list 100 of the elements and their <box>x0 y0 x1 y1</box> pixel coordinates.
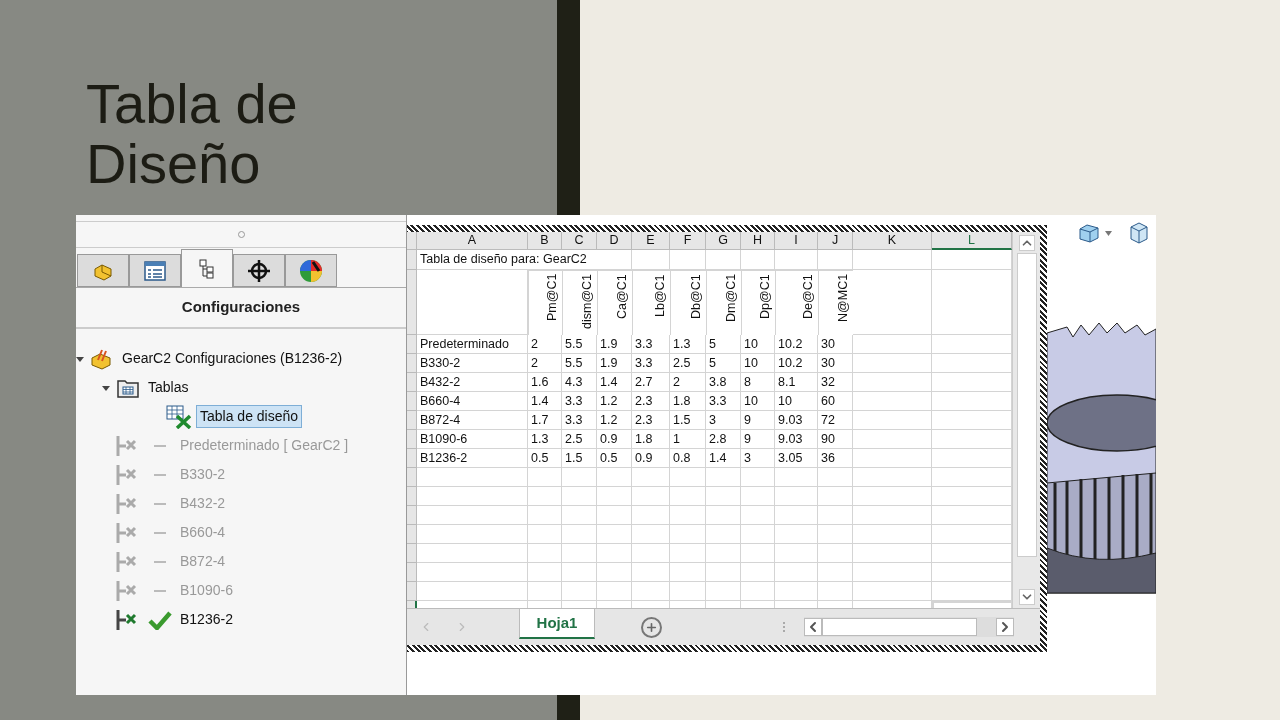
table-cell: B330-2 <box>417 354 528 373</box>
dash-icon <box>154 444 166 447</box>
dash-icon <box>154 560 166 563</box>
column-header[interactable]: E <box>632 232 670 250</box>
table-cell <box>706 468 741 487</box>
caret-down-icon[interactable] <box>1105 230 1112 236</box>
table-cell <box>706 563 741 582</box>
table-cell: Ca@C1 <box>597 270 632 335</box>
table-cell <box>670 563 706 582</box>
table-cell: 9 <box>741 411 775 430</box>
table-cell <box>741 525 775 544</box>
column-header[interactable]: D <box>597 232 632 250</box>
add-sheet-icon[interactable] <box>641 616 662 638</box>
table-cell <box>562 544 597 563</box>
table-cell <box>528 506 562 525</box>
table-cell: 10 <box>741 354 775 373</box>
table-cell <box>597 468 632 487</box>
table-cell: 0.8 <box>670 449 706 468</box>
table-cell: 1.5 <box>670 411 706 430</box>
table-cell: Dp@C1 <box>741 270 775 335</box>
table-cell: 3.3 <box>706 392 741 411</box>
tree-item[interactable]: Tablas <box>144 376 193 399</box>
table-cell: B1236-2 <box>417 449 528 468</box>
column-header[interactable]: K <box>853 232 932 250</box>
table-cell: 0.9 <box>597 430 632 449</box>
table-cell <box>706 544 741 563</box>
table-cell <box>562 487 597 506</box>
sheet-tab[interactable]: Hoja1 <box>519 609 595 639</box>
table-cell <box>562 582 597 601</box>
dash-icon <box>154 473 166 476</box>
table-cell: 3.3 <box>562 392 597 411</box>
table-cell <box>775 487 818 506</box>
table-cell <box>818 487 853 506</box>
vertical-scrollbar[interactable] <box>1012 232 1040 608</box>
table-cell: 0.9 <box>632 449 670 468</box>
table-cell: 3 <box>706 411 741 430</box>
tree-item[interactable]: GearC2 Configuraciones (B1236-2) <box>118 347 347 370</box>
table-cell <box>597 544 632 563</box>
table-cell: 2 <box>528 335 562 354</box>
column-header[interactable]: I <box>775 232 818 250</box>
horizontal-scrollbar[interactable] <box>804 617 1014 637</box>
table-cell: 1.6 <box>528 373 562 392</box>
table-cell: 5.5 <box>562 354 597 373</box>
column-header[interactable]: J <box>818 232 853 250</box>
table-cell <box>528 468 562 487</box>
column-header[interactable]: L <box>932 232 1012 250</box>
table-cell: N@MC1 <box>818 270 853 335</box>
tree-item[interactable]: Tabla de diseño <box>196 405 303 428</box>
table-cell <box>741 582 775 601</box>
table-cell <box>818 582 853 601</box>
table-cell <box>775 250 818 270</box>
column-header[interactable]: F <box>670 232 706 250</box>
scroll-left-icon[interactable] <box>804 618 822 636</box>
table-cell: 1.8 <box>632 430 670 449</box>
table-cell: 4.3 <box>562 373 597 392</box>
color-ball-icon <box>299 258 323 283</box>
cube-icon[interactable] <box>1077 222 1101 244</box>
column-header[interactable]: A <box>417 232 528 250</box>
list-icon <box>143 259 167 282</box>
table-cell: 1.9 <box>597 354 632 373</box>
table-cell <box>741 487 775 506</box>
table-cell: 3.05 <box>775 449 818 468</box>
table-cell: 10 <box>775 392 818 411</box>
table-cell: 32 <box>818 373 853 392</box>
tree-structure-icon <box>197 257 217 280</box>
column-header[interactable]: H <box>741 232 775 250</box>
panel-tab[interactable] <box>233 254 285 287</box>
scrollbar-thumb[interactable] <box>1016 253 1037 557</box>
scroll-down-icon[interactable] <box>1018 589 1035 605</box>
scrollbar-thumb[interactable] <box>822 618 977 636</box>
select-all-corner[interactable] <box>407 232 417 250</box>
table-cell <box>597 563 632 582</box>
table-cell <box>818 468 853 487</box>
table-cell: 1.3 <box>528 430 562 449</box>
column-header[interactable]: B <box>528 232 562 250</box>
scroll-right-icon[interactable] <box>996 618 1014 636</box>
table-cell: 2.8 <box>706 430 741 449</box>
table-cell: 0.5 <box>597 449 632 468</box>
table-cell: 1.5 <box>562 449 597 468</box>
table-cell: Dm@C1 <box>706 270 741 335</box>
more-icon[interactable] <box>782 621 786 633</box>
table-cell: 1.8 <box>670 392 706 411</box>
table-cell <box>706 487 741 506</box>
table-cell: 30 <box>818 354 853 373</box>
table-cell <box>670 506 706 525</box>
table-cell <box>528 563 562 582</box>
table-cell <box>775 582 818 601</box>
table-cell <box>775 468 818 487</box>
table-cell <box>670 487 706 506</box>
column-header[interactable]: C <box>562 232 597 250</box>
table-cell <box>818 563 853 582</box>
table-cell <box>670 525 706 544</box>
table-cell: 8.1 <box>775 373 818 392</box>
table-cell: 90 <box>818 430 853 449</box>
scroll-up-icon[interactable] <box>1018 235 1035 251</box>
table-cell <box>528 582 562 601</box>
cube-icon[interactable] <box>1128 221 1150 245</box>
tree-item[interactable]: B1236-2 <box>176 608 237 631</box>
table-cell: 3.8 <box>706 373 741 392</box>
column-header[interactable]: G <box>706 232 741 250</box>
